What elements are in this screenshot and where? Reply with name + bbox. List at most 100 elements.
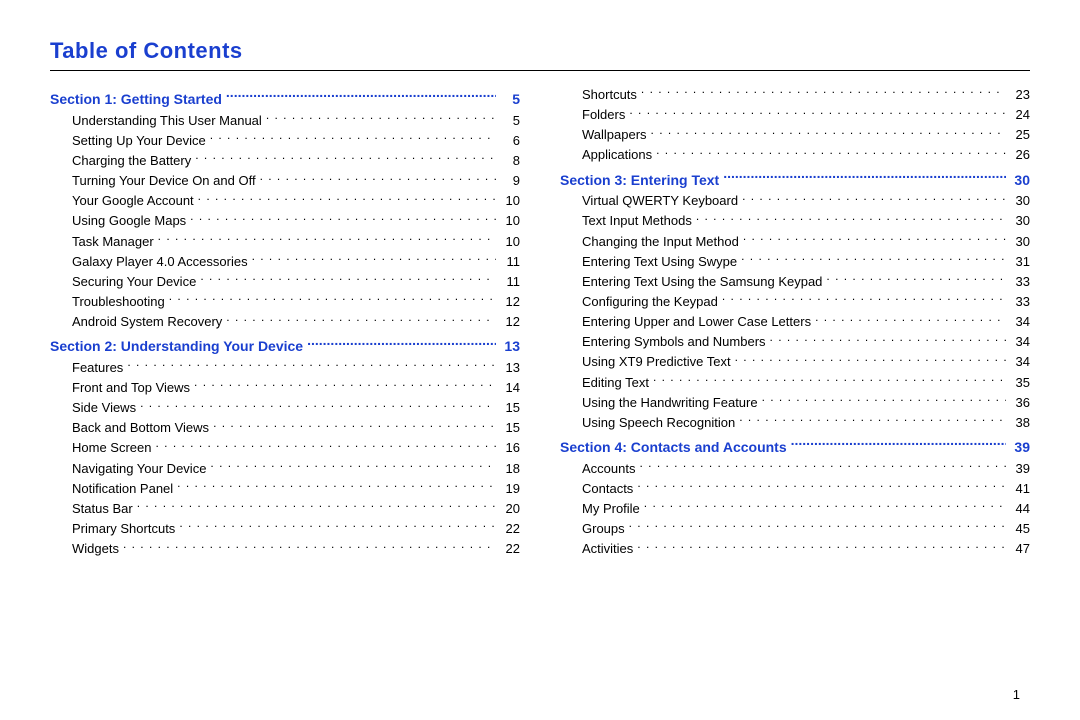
toc-leader-dots [656, 146, 1006, 159]
toc-section-label: Section 1: Getting Started [50, 89, 222, 111]
toc-entry-row[interactable]: Virtual QWERTY Keyboard30 [560, 191, 1030, 211]
toc-entry-label: Widgets [72, 539, 119, 559]
toc-entry-row[interactable]: Features 13 [50, 358, 520, 378]
toc-entry-row[interactable]: Task Manager10 [50, 232, 520, 252]
toc-entry-row[interactable]: Wallpapers25 [560, 125, 1030, 145]
toc-entry-row[interactable]: Widgets 22 [50, 539, 520, 559]
toc-page-number: 30 [1010, 191, 1030, 211]
toc-entry-row[interactable]: Your Google Account10 [50, 191, 520, 211]
toc-page-number: 30 [1010, 211, 1030, 231]
toc-page-number: 12 [500, 312, 520, 332]
toc-entry-row[interactable]: Turning Your Device On and Off9 [50, 171, 520, 191]
toc-entry-row[interactable]: Navigating Your Device18 [50, 459, 520, 479]
toc-page-number: 15 [500, 398, 520, 418]
toc-entry-label: Changing the Input Method [582, 232, 739, 252]
toc-page-number: 5 [500, 111, 520, 131]
toc-leader-dots [651, 126, 1006, 139]
toc-entry-row[interactable]: Folders24 [560, 105, 1030, 125]
toc-leader-dots [194, 379, 496, 392]
toc-entry-row[interactable]: Setting Up Your Device6 [50, 131, 520, 151]
toc-entry-row[interactable]: Groups45 [560, 519, 1030, 539]
toc-entry-label: Features [72, 358, 123, 378]
toc-leader-dots [637, 540, 1006, 553]
toc-entry-label: Status Bar [72, 499, 133, 519]
toc-entry-row[interactable]: Contacts 41 [560, 479, 1030, 499]
toc-page-number: 35 [1010, 373, 1030, 393]
toc-entry-row[interactable]: Entering Text Using the Samsung Keypad33 [560, 272, 1030, 292]
toc-entry-row[interactable]: Using Google Maps 10 [50, 211, 520, 231]
toc-entry-row[interactable]: Primary Shortcuts22 [50, 519, 520, 539]
toc-entry-label: Entering Symbols and Numbers [582, 332, 766, 352]
toc-page-number: 30 [1010, 170, 1030, 192]
toc-leader-dots [137, 500, 496, 513]
toc-entry-row[interactable]: Entering Symbols and Numbers34 [560, 332, 1030, 352]
toc-entry-label: Using Google Maps [72, 211, 186, 231]
toc-right-column: Shortcuts23Folders24Wallpapers25Applicat… [560, 85, 1030, 559]
toc-entry-row[interactable]: Using Speech Recognition38 [560, 413, 1030, 433]
toc-page-number: 41 [1010, 479, 1030, 499]
toc-entry-row[interactable]: Changing the Input Method30 [560, 232, 1030, 252]
toc-entry-row[interactable]: Securing Your Device11 [50, 272, 520, 292]
toc-leader-dots [722, 293, 1006, 306]
toc-entry-row[interactable]: Back and Bottom Views15 [50, 418, 520, 438]
toc-page-number: 10 [500, 211, 520, 231]
toc-title: Table of Contents [50, 38, 1030, 64]
toc-entry-row[interactable]: Shortcuts23 [560, 85, 1030, 105]
toc-leader-dots [696, 212, 1006, 225]
toc-page-number: 16 [500, 438, 520, 458]
toc-leader-dots [210, 460, 496, 473]
toc-entry-row[interactable]: Text Input Methods30 [560, 211, 1030, 231]
toc-page-number: 11 [500, 272, 520, 292]
toc-entry-label: Notification Panel [72, 479, 173, 499]
toc-entry-row[interactable]: Entering Text Using Swype31 [560, 252, 1030, 272]
toc-page-number: 34 [1010, 312, 1030, 332]
toc-page-number: 13 [500, 358, 520, 378]
toc-entry-label: Charging the Battery [72, 151, 191, 171]
toc-entry-row[interactable]: Side Views15 [50, 398, 520, 418]
toc-entry-row[interactable]: Configuring the Keypad33 [560, 292, 1030, 312]
toc-section-row[interactable]: Section 1: Getting Started5 [50, 89, 520, 111]
toc-section-row[interactable]: Section 4: Contacts and Accounts39 [560, 437, 1030, 459]
toc-page-number: 47 [1010, 539, 1030, 559]
toc-leader-dots [140, 399, 496, 412]
toc-page-number: 10 [500, 191, 520, 211]
toc-page-number: 6 [500, 131, 520, 151]
page-number: 1 [1013, 687, 1020, 702]
toc-entry-row[interactable]: Status Bar20 [50, 499, 520, 519]
toc-section-row[interactable]: Section 2: Understanding Your Device13 [50, 336, 520, 358]
toc-entry-row[interactable]: Accounts39 [560, 459, 1030, 479]
toc-leader-dots [123, 540, 496, 553]
toc-entry-label: Back and Bottom Views [72, 418, 209, 438]
toc-entry-row[interactable]: Home Screen16 [50, 438, 520, 458]
toc-entry-row[interactable]: Troubleshooting12 [50, 292, 520, 312]
toc-entry-label: My Profile [582, 499, 640, 519]
toc-entry-row[interactable]: Notification Panel19 [50, 479, 520, 499]
toc-leader-dots [639, 460, 1006, 473]
toc-section-row[interactable]: Section 3: Entering Text30 [560, 170, 1030, 192]
toc-page-number: 33 [1010, 272, 1030, 292]
toc-page-number: 22 [500, 539, 520, 559]
toc-entry-row[interactable]: Charging the Battery8 [50, 151, 520, 171]
toc-entry-row[interactable]: Editing Text35 [560, 373, 1030, 393]
toc-leader-dots [770, 333, 1006, 346]
toc-page-number: 11 [500, 252, 520, 272]
toc-entry-row[interactable]: Using XT9 Predictive Text34 [560, 352, 1030, 372]
toc-entry-label: Contacts [582, 479, 633, 499]
toc-entry-row[interactable]: Entering Upper and Lower Case Letters34 [560, 312, 1030, 332]
toc-leader-dots [735, 353, 1006, 366]
toc-entry-label: Using the Handwriting Feature [582, 393, 758, 413]
toc-leader-dots [791, 438, 1006, 452]
toc-entry-row[interactable]: Front and Top Views14 [50, 378, 520, 398]
toc-leader-dots [739, 414, 1006, 427]
toc-page-number: 9 [500, 171, 520, 191]
toc-entry-row[interactable]: Understanding This User Manual5 [50, 111, 520, 131]
toc-entry-row[interactable]: My Profile44 [560, 499, 1030, 519]
toc-entry-row[interactable]: Galaxy Player 4.0 Accessories11 [50, 252, 520, 272]
toc-entry-row[interactable]: Android System Recovery12 [50, 312, 520, 332]
toc-leader-dots [307, 337, 496, 351]
toc-entry-label: Troubleshooting [72, 292, 165, 312]
toc-entry-row[interactable]: Using the Handwriting Feature36 [560, 393, 1030, 413]
toc-entry-row[interactable]: Activities47 [560, 539, 1030, 559]
toc-entry-label: Entering Text Using Swype [582, 252, 737, 272]
toc-entry-row[interactable]: Applications26 [560, 145, 1030, 165]
